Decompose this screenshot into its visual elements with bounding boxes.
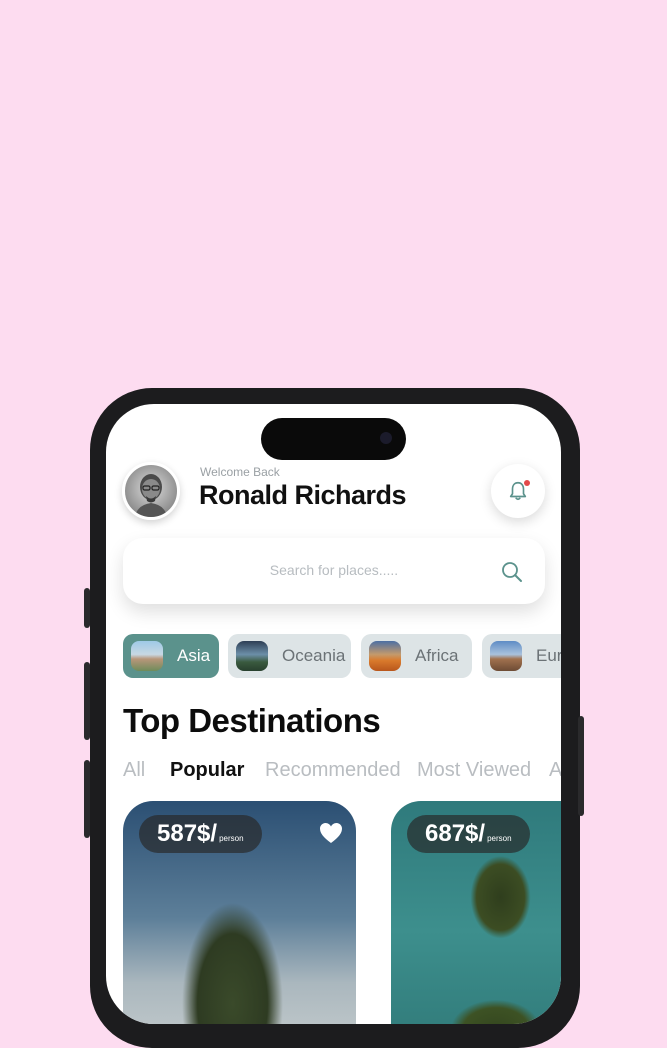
destination-card[interactable]: 587$/ person [123, 801, 356, 1024]
camera-dot [380, 432, 392, 444]
filter-tab-popular[interactable]: Popular [170, 759, 244, 782]
filter-tab-recommended[interactable]: Recommended [265, 759, 401, 782]
notification-button[interactable] [491, 464, 545, 518]
welcome-text: Welcome Back [200, 465, 280, 479]
asia-thumbnail [131, 641, 163, 671]
oceania-thumbnail [236, 641, 268, 671]
price-badge: 687$/ person [407, 815, 530, 853]
app-screen: Welcome Back Ronald Richards Search for … [106, 404, 561, 1024]
search-bar[interactable]: Search for places..... [123, 538, 545, 604]
category-chip-oceania[interactable]: Oceania [228, 634, 351, 678]
phone-power-button [578, 716, 584, 816]
category-chips: Asia Oceania Africa Eur [123, 634, 561, 680]
filter-tab-most-viewed[interactable]: Most Viewed [417, 759, 531, 782]
category-chip-asia[interactable]: Asia [123, 634, 219, 678]
phone-side-button [84, 588, 90, 628]
avatar[interactable] [122, 462, 180, 520]
category-chip-europe[interactable]: Eur [482, 634, 561, 678]
europe-thumbnail [490, 641, 522, 671]
search-input[interactable]: Search for places..... [123, 562, 545, 578]
phone-volume-down [84, 760, 90, 838]
filter-tab-more[interactable]: A [549, 759, 561, 782]
category-chip-africa[interactable]: Africa [361, 634, 472, 678]
notification-badge [524, 480, 530, 486]
heart-icon[interactable] [318, 821, 344, 845]
search-icon[interactable] [499, 559, 525, 585]
filter-tab-all[interactable]: All [123, 759, 145, 782]
section-title: Top Destinations [123, 702, 381, 739]
dynamic-island [261, 418, 406, 460]
user-name: Ronald Richards [199, 480, 407, 510]
avatar-portrait-icon [135, 474, 167, 517]
destination-card[interactable]: 687$/ person [391, 801, 561, 1024]
africa-thumbnail [369, 641, 401, 671]
phone-volume-up [84, 662, 90, 740]
price-badge: 587$/ person [139, 815, 262, 853]
